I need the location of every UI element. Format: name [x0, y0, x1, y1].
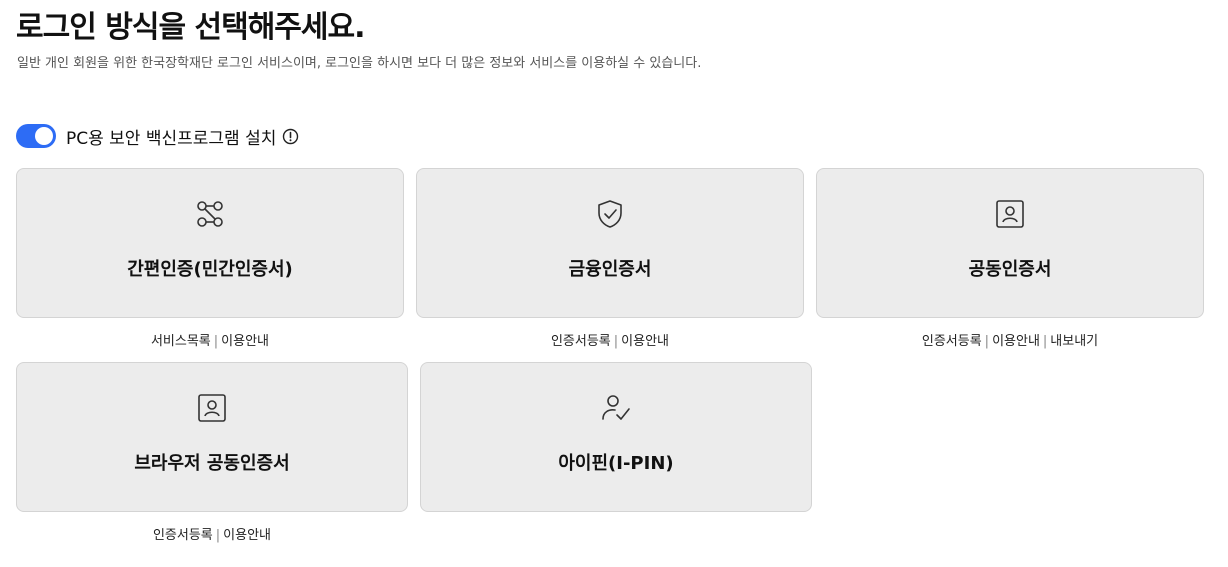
- security-program-toggle[interactable]: [16, 124, 56, 148]
- info-icon[interactable]: [282, 128, 299, 145]
- cert-register-link[interactable]: 인증서등록: [551, 334, 611, 349]
- card-label: 아이핀(I-PIN): [558, 453, 674, 474]
- cert-register-link[interactable]: 인증서등록: [153, 528, 213, 543]
- card-links: 인증서등록 | 이용안내: [416, 330, 804, 349]
- page-title: 로그인 방식을 선택해주세요.: [16, 10, 365, 45]
- connection-nodes-icon: [195, 199, 225, 229]
- usage-guide-link[interactable]: 이용안내: [221, 334, 269, 349]
- card-label: 공동인증서: [968, 259, 1052, 280]
- link-separator: |: [215, 528, 221, 543]
- link-separator: |: [1042, 334, 1048, 349]
- card-label: 브라우저 공동인증서: [134, 453, 290, 474]
- user-certificate-icon: [995, 199, 1025, 229]
- service-list-link[interactable]: 서비스목록: [151, 334, 211, 349]
- login-method-financial-cert[interactable]: 금융인증서: [416, 168, 804, 318]
- card-label: 간편인증(민간인증서): [127, 259, 293, 280]
- link-separator: |: [984, 334, 990, 349]
- login-method-browser-joint-cert[interactable]: 브라우저 공동인증서: [16, 362, 408, 512]
- card-links: 인증서등록 | 이용안내 | 내보내기: [816, 330, 1204, 349]
- shield-check-icon: [595, 199, 625, 229]
- login-method-page: 로그인 방식을 선택해주세요. 일반 개인 회원을 위한 한국장학재단 로그인 …: [0, 0, 1228, 567]
- security-program-toggle-row: PC용 보안 백신프로그램 설치: [16, 122, 299, 150]
- link-separator: |: [613, 334, 619, 349]
- usage-guide-link[interactable]: 이용안내: [621, 334, 669, 349]
- cert-register-link[interactable]: 인증서등록: [922, 334, 982, 349]
- card-links: 인증서등록 | 이용안내: [16, 524, 408, 543]
- usage-guide-link[interactable]: 이용안내: [223, 528, 271, 543]
- card-links: 서비스목록 | 이용안내: [16, 330, 404, 349]
- link-separator: |: [213, 334, 219, 349]
- usage-guide-link[interactable]: 이용안내: [992, 334, 1040, 349]
- login-method-ipin[interactable]: 아이핀(I-PIN): [420, 362, 812, 512]
- security-program-label: PC용 보안 백신프로그램 설치: [66, 128, 277, 149]
- card-label: 금융인증서: [568, 259, 652, 280]
- export-link[interactable]: 내보내기: [1050, 334, 1098, 349]
- user-certificate-icon: [197, 393, 227, 423]
- login-method-joint-cert[interactable]: 공동인증서: [816, 168, 1204, 318]
- page-subtitle: 일반 개인 회원을 위한 한국장학재단 로그인 서비스이며, 로그인을 하시면 …: [17, 56, 702, 71]
- user-check-icon: [601, 393, 631, 423]
- toggle-knob: [35, 127, 53, 145]
- login-method-simple-auth[interactable]: 간편인증(민간인증서): [16, 168, 404, 318]
